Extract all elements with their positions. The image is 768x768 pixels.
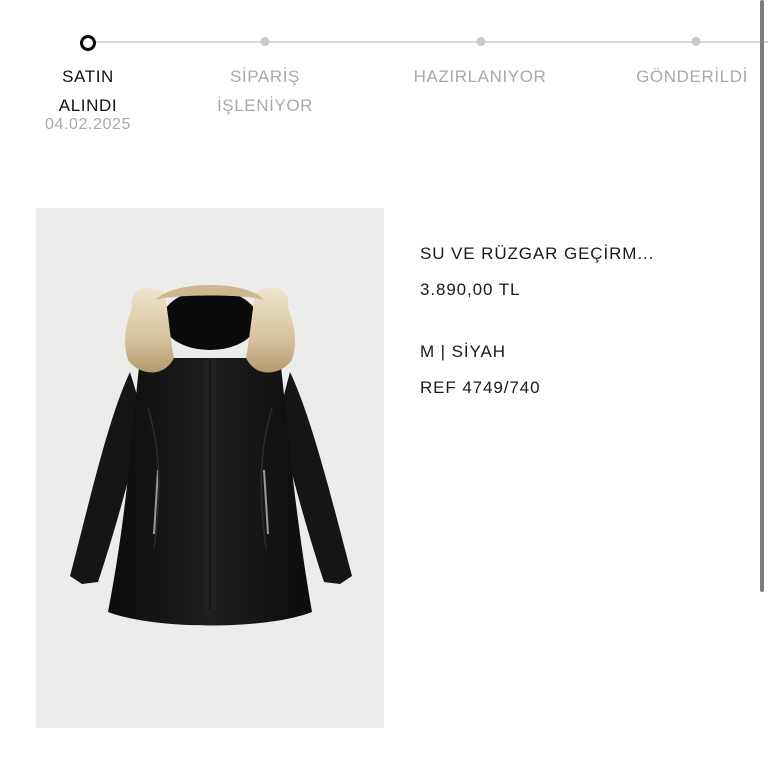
step-dot-shipped (691, 37, 701, 46)
scrollbar[interactable] (760, 0, 764, 592)
step-label-line: GÖNDERİLDİ (636, 67, 748, 86)
product-price: 3.890,00 TL (420, 280, 521, 299)
order-detail-page: SATIN ALINDI SİPARİŞ İŞLENİYOR HAZIRLANI… (0, 0, 768, 768)
progress-track (88, 41, 768, 43)
product-info: SU VE RÜZGAR GEÇİRM... 3.890,00 TL M | S… (420, 244, 750, 398)
step-label-line: SİPARİŞ (229, 67, 301, 86)
product-name[interactable]: SU VE RÜZGAR GEÇİRM... (420, 244, 750, 264)
step-dot-preparing (476, 37, 486, 46)
step-label-processing: SİPARİŞ İŞLENİYOR (217, 62, 313, 120)
step-label-line: İŞLENİYOR (216, 96, 314, 115)
product-image[interactable] (36, 208, 384, 728)
step-dot-processing (260, 37, 270, 46)
step-label-line: SATIN (62, 67, 114, 86)
step-dot-purchased (80, 35, 96, 51)
step-label-line: HAZIRLANIYOR (413, 67, 547, 86)
coat-illustration (70, 285, 352, 626)
step-label-preparing: HAZIRLANIYOR (414, 62, 547, 91)
product-ref: REF 4749/740 (420, 378, 541, 397)
product-variant: M | SİYAH (420, 342, 506, 361)
purchase-date: 04.02.2025 (44, 116, 132, 133)
step-label-shipped: GÖNDERİLDİ (636, 62, 748, 91)
step-label-purchased: SATIN ALINDI (59, 62, 117, 120)
